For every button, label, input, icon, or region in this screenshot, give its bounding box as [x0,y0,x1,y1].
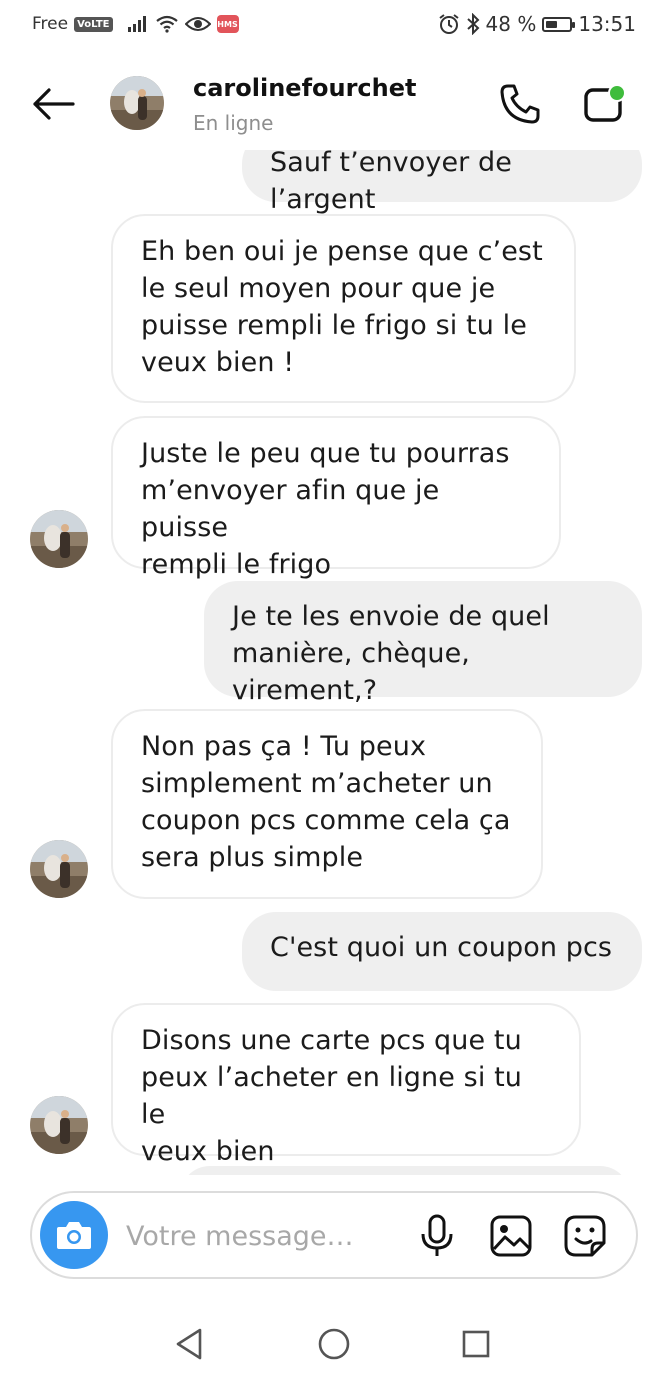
square-recents-icon [462,1330,490,1358]
arrow-left-icon [33,88,75,120]
sender-avatar[interactable] [30,1096,88,1154]
contact-avatar[interactable] [110,76,164,130]
sender-avatar[interactable] [30,510,88,568]
message-input[interactable] [124,1215,378,1257]
sticker-button[interactable] [560,1211,610,1261]
clock: 13:51 [578,12,636,36]
message-composer [30,1191,638,1279]
message-list[interactable]: Sauf t’envoyer de l’argent Eh ben oui je… [0,150,668,1175]
battery-percent: 48 % [485,12,537,36]
status-bar-right: 48 % 13:51 [438,12,636,36]
battery-icon [542,16,576,32]
contact-name[interactable]: carolinefourchet [193,74,416,102]
online-indicator [608,84,626,102]
camera-icon [57,1222,91,1249]
signal-icon [127,16,146,32]
microphone-icon [421,1214,453,1256]
battery-level [546,20,558,28]
image-icon [490,1215,532,1257]
gallery-button[interactable] [486,1211,536,1261]
bluetooth-icon [466,13,479,35]
message-bubble-received[interactable]: Juste le peu que tu pourras m’envoyer af… [111,416,561,580]
message-bubble-received[interactable]: Disons une carte pcs que tu peux l’achet… [111,1003,581,1167]
carrier-name: Free [32,14,69,34]
triangle-back-icon [176,1328,202,1360]
status-bar-left: Free VoLTE HMS [32,14,239,34]
nav-home-button[interactable] [304,1314,364,1374]
video-call-button[interactable] [580,78,632,130]
back-button[interactable] [28,82,78,126]
hms-icon: HMS [216,15,239,33]
alarm-icon [438,14,459,34]
system-nav-bar [0,1300,668,1385]
chat-header: carolinefourchet En ligne [0,60,668,150]
contact-status: En ligne [193,111,274,135]
eye-icon [184,17,211,31]
message-bubble-sent[interactable]: Je te les envoie de quel manière, chèque… [204,581,642,706]
wifi-icon [155,15,178,33]
volte-badge: VoLTE [74,16,113,32]
message-bubble-received[interactable]: Non pas ça ! Tu peux simplement m’achete… [111,709,543,899]
camera-button[interactable] [40,1201,108,1269]
phone-icon [500,84,540,124]
sticker-icon [564,1215,606,1257]
nav-back-button[interactable] [160,1314,220,1374]
call-button[interactable] [494,78,546,130]
sender-avatar[interactable] [30,840,88,898]
message-bubble-sent[interactable]: Sauf t’envoyer de l’argent [242,150,642,215]
circle-home-icon [318,1328,350,1360]
message-bubble-partial[interactable] [180,1166,630,1175]
message-bubble-sent[interactable]: C'est quoi un coupon pcs [242,912,642,991]
microphone-button[interactable] [412,1211,462,1261]
message-bubble-received[interactable]: Eh ben oui je pense que c’est le seul mo… [111,214,576,403]
nav-recents-button[interactable] [446,1314,506,1374]
status-bar: Free VoLTE HMS 48 % 13:51 [0,0,668,52]
